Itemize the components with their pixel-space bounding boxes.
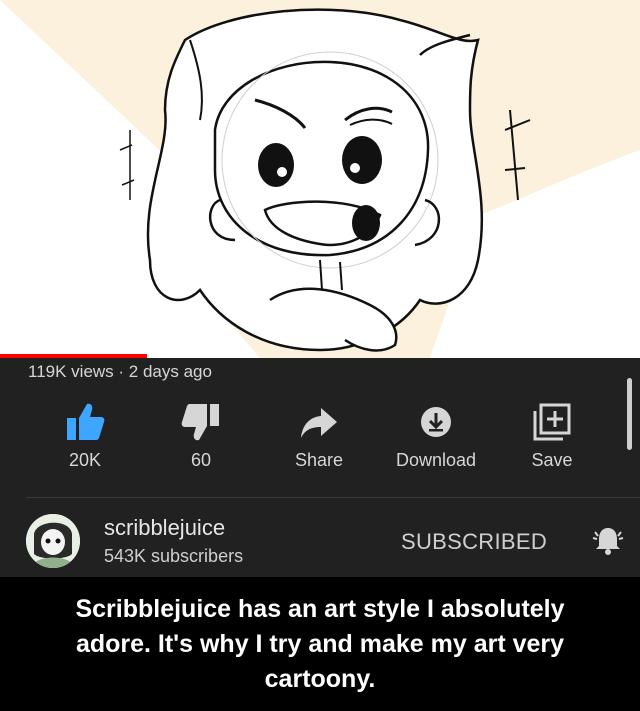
caption-line-3: cartoony. [264,665,376,693]
caption-line-1: Scribblejuice has an art style I absolut… [75,595,565,623]
download-icon [421,407,451,437]
like-button[interactable]: 20K [30,398,140,471]
notification-bell-button[interactable] [590,522,626,563]
meme-caption: Scribblejuice has an art style I absolut… [0,592,640,697]
scrollbar[interactable] [627,378,632,450]
channel-name[interactable]: scribblejuice [104,515,225,541]
avatar-image [26,514,80,568]
caption-line-2: adore. It's why I try and make my art ve… [75,630,565,658]
subscribed-button[interactable]: SUBSCRIBED [401,529,547,555]
view-count-date: 119K views · 2 days ago [28,362,212,381]
download-label: Download [395,450,477,470]
channel-avatar[interactable] [26,514,80,568]
dislike-button[interactable]: 60 [146,398,256,471]
thumbs-up-icon [67,403,105,440]
bell-icon [592,528,624,555]
save-button[interactable]: Save [497,398,607,471]
share-label: Share [294,450,344,470]
save-playlist-icon [533,403,571,441]
subscriber-count: 543K subscribers [104,546,244,566]
video-thumbnail[interactable] [0,0,640,358]
action-bar: 20K 60 Share Download Save [0,398,640,478]
download-button[interactable]: Download [381,398,491,471]
save-label: Save [531,450,573,470]
share-button[interactable]: Share [264,398,374,471]
dislike-count: 60 [190,450,212,470]
divider [26,497,640,498]
progress-bar[interactable] [0,354,147,358]
share-arrow-icon [301,408,337,438]
thumbs-down-icon [181,404,219,441]
cartoon-illustration [0,0,640,358]
like-count: 20K [68,450,102,470]
